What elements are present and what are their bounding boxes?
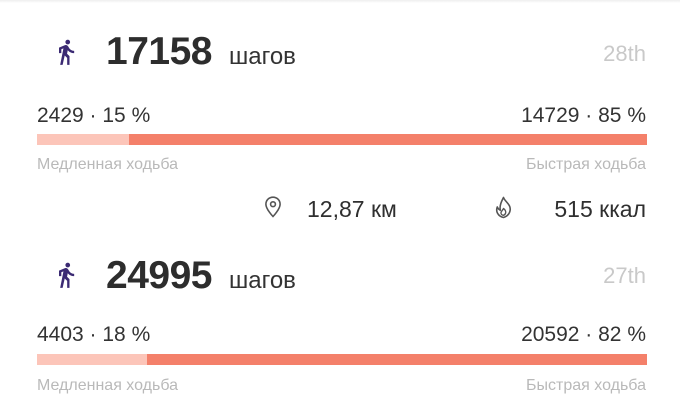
slow-walk-bar-segment bbox=[37, 354, 147, 365]
day-card-27th[interactable]: 24995 шагов 27th 4403 · 18 % 20592 · 82 … bbox=[0, 224, 680, 411]
day-card-28th[interactable]: 17158 шагов 28th 2429 · 15 % 14729 · 85 … bbox=[0, 0, 680, 190]
flame-icon bbox=[494, 196, 513, 219]
step-unit-label: шагов bbox=[229, 267, 296, 294]
step-unit-label: шагов bbox=[229, 43, 296, 70]
slow-walk-stat: 4403 · 18 % bbox=[37, 323, 151, 346]
step-count: 24995 bbox=[106, 254, 212, 297]
slow-walk-caption: Медленная ходьба bbox=[37, 156, 179, 173]
fast-walk-stat: 14729 · 85 % bbox=[521, 104, 646, 127]
distance-value: 12,87 км bbox=[307, 196, 397, 222]
distance-calories-row: 12,87 км 515 ккал bbox=[0, 190, 680, 224]
fast-walk-caption: Быстрая ходьба bbox=[526, 156, 646, 173]
day-label: 27th bbox=[603, 263, 646, 288]
slow-walk-stat: 2429 · 15 % bbox=[37, 104, 151, 127]
slow-walk-bar-segment bbox=[37, 134, 129, 145]
walking-person-icon bbox=[52, 34, 80, 70]
walking-person-icon bbox=[52, 257, 80, 293]
fast-walk-stat: 20592 · 82 % bbox=[521, 323, 646, 346]
walk-ratio-bar bbox=[37, 134, 647, 145]
day-label: 28th bbox=[603, 41, 646, 66]
step-count: 17158 bbox=[106, 30, 212, 73]
calories-value: 515 ккал bbox=[554, 196, 646, 222]
slow-walk-caption: Медленная ходьба bbox=[37, 377, 179, 394]
walk-ratio-bar bbox=[37, 354, 647, 365]
fast-walk-caption: Быстрая ходьба bbox=[526, 377, 646, 394]
location-pin-icon bbox=[264, 196, 282, 218]
